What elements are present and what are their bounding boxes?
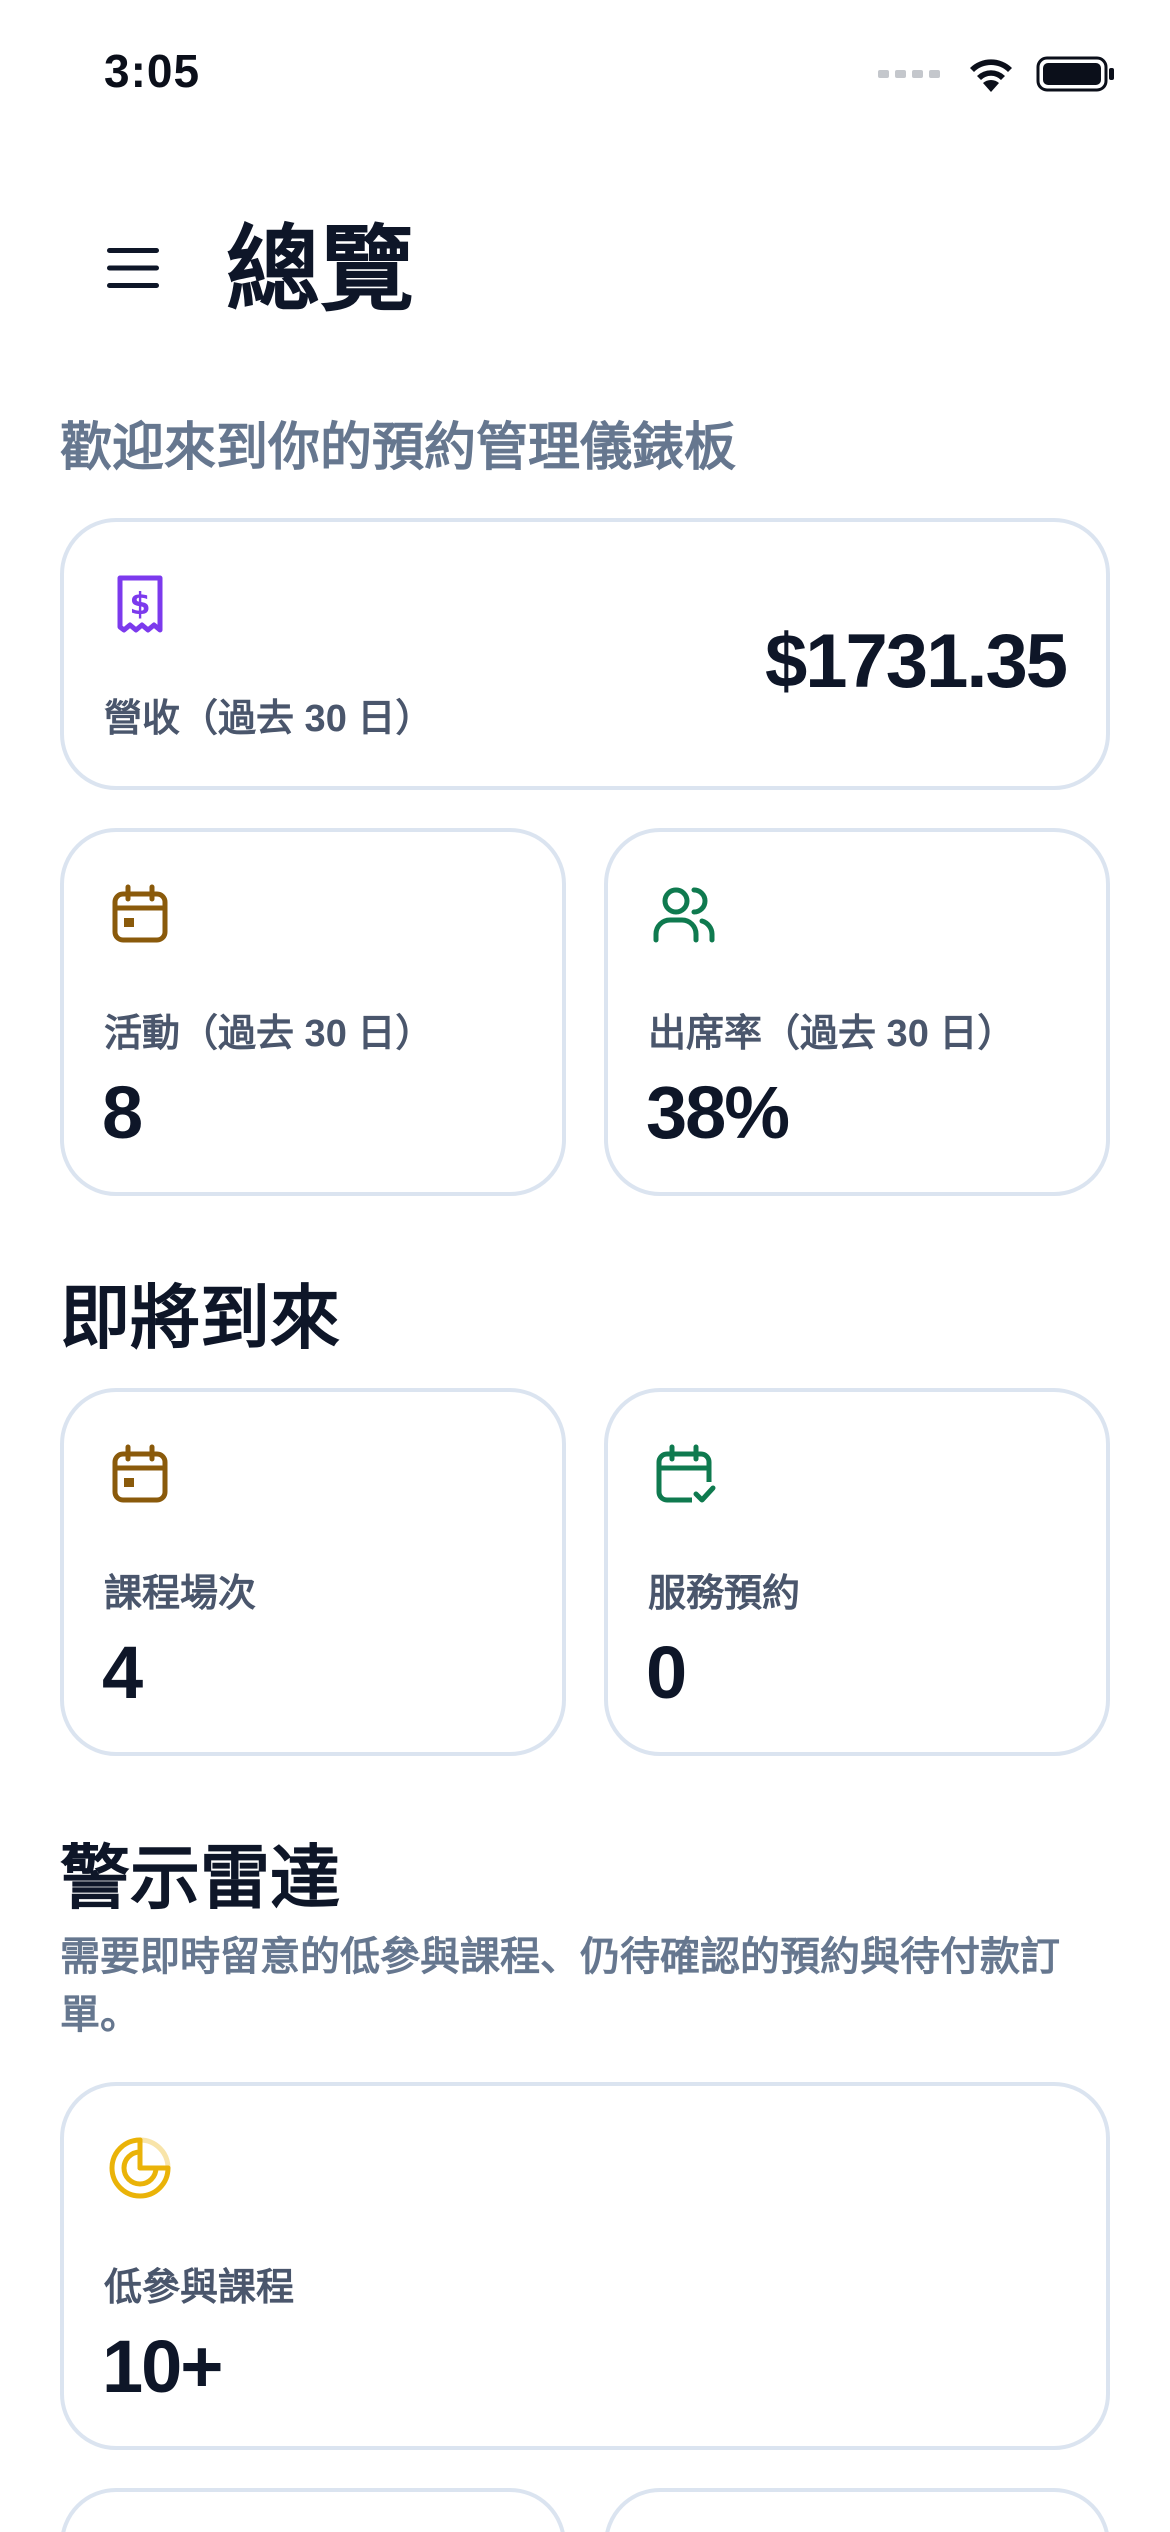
status-time: 3:05	[104, 45, 201, 97]
page-title: 總覽	[226, 217, 415, 322]
low-engagement-card[interactable]: 低參與課程 10+	[60, 2082, 1110, 2450]
attendance-label: 出席率（過去 30 日）	[648, 1013, 1016, 1055]
cellular-signal-icon	[878, 70, 940, 78]
wifi-icon	[970, 59, 1012, 92]
service-bookings-value: 0	[646, 1631, 687, 1714]
calendar-check-icon	[656, 1444, 716, 1503]
alerts-description: 需要即時留意的低參與課程、仍待確認的預約與待付款訂單。	[60, 1935, 1060, 2037]
hamburger-menu-icon	[107, 248, 159, 288]
users-icon	[653, 887, 715, 943]
svg-text:$: $	[130, 587, 151, 622]
class-sessions-card[interactable]: 課程場次 4	[60, 1388, 566, 1756]
class-sessions-value: 4	[102, 1631, 143, 1714]
upcoming-section-title: 即將到來	[60, 1279, 340, 1357]
service-bookings-card[interactable]: 服務預約 0	[604, 1388, 1110, 1756]
events-value: 8	[102, 1071, 143, 1154]
alerts-section-title: 警示雷達	[60, 1839, 340, 1917]
status-bar: 3:05	[0, 0, 1170, 150]
battery-icon	[1036, 56, 1114, 92]
alert-card-peek-left[interactable]	[60, 2488, 566, 2532]
revenue-value: $1731.35	[765, 619, 1068, 704]
radar-icon	[109, 2137, 171, 2199]
header: 總覽	[0, 200, 1170, 330]
class-sessions-label: 課程場次	[104, 1573, 257, 1615]
low-engagement-value: 10+	[102, 2325, 224, 2408]
low-engagement-label: 低參與課程	[104, 2267, 295, 2309]
status-icons	[878, 54, 1116, 94]
receipt-dollar-icon: $	[117, 575, 163, 633]
calendar-icon	[112, 884, 168, 943]
events-label: 活動（過去 30 日）	[104, 1013, 434, 1055]
dashboard-subtitle: 歡迎來到你的預約管理儀錶板	[60, 419, 737, 477]
revenue-card[interactable]: $ 營收（過去 30 日） $1731.35	[60, 518, 1110, 790]
menu-button[interactable]	[98, 240, 168, 296]
alert-card-peek-right[interactable]	[604, 2488, 1110, 2532]
attendance-value: 38%	[646, 1071, 790, 1154]
revenue-label: 營收（過去 30 日）	[104, 698, 434, 740]
calendar-icon	[112, 1444, 168, 1503]
attendance-card[interactable]: 出席率（過去 30 日） 38%	[604, 828, 1110, 1196]
service-bookings-label: 服務預約	[648, 1573, 801, 1615]
events-card[interactable]: 活動（過去 30 日） 8	[60, 828, 566, 1196]
screen: 3:05 總覽 歡迎來到你的預約管理儀錶板 $ 營收（過去 30 日） $173…	[0, 0, 1170, 2532]
